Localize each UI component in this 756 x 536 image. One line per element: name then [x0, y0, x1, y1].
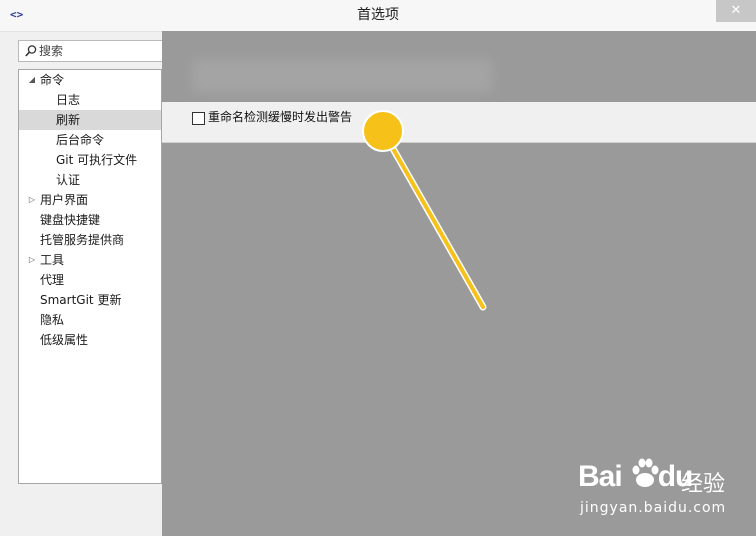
baidu-watermark: Bai du 经验 jingyan.baidu.com	[578, 458, 728, 522]
tree-item-label: 刷新	[56, 113, 81, 127]
collapsed-arrow-icon[interactable]: ▷	[27, 190, 37, 210]
tree-item-low-level-properties[interactable]: 低级属性	[19, 330, 161, 350]
tree-item-tools[interactable]: ▷ 工具	[19, 250, 161, 270]
expanded-arrow-icon[interactable]: ◢	[27, 70, 37, 90]
tree-item-label: 托管服务提供商	[40, 233, 125, 247]
tree-item-commands[interactable]: ◢ 命令	[19, 70, 161, 90]
collapsed-arrow-icon[interactable]: ▷	[27, 250, 37, 270]
rename-detection-warning-checkbox[interactable]	[192, 112, 205, 125]
tree-item-label: 用户界面	[40, 193, 89, 207]
tree-item-label: 代理	[40, 273, 65, 287]
tree-item-refresh[interactable]: 刷新	[19, 110, 161, 130]
tree-item-authentication[interactable]: 认证	[19, 170, 161, 190]
window-title: 首选项	[357, 7, 399, 23]
tree-item-hosting-providers[interactable]: 托管服务提供商	[19, 230, 161, 250]
search-icon	[25, 45, 37, 57]
tree-item-label: Git 可执行文件	[56, 153, 138, 167]
tree-item-privacy[interactable]: 隐私	[19, 310, 161, 330]
blurred-region	[192, 59, 492, 93]
preferences-tree: ◢ 命令 日志 刷新 后台命令 Git 可执行文件 认证 ▷ 用户界面 键盘快捷…	[18, 69, 162, 484]
tree-item-label: 键盘快捷键	[40, 213, 101, 227]
tree-item-label: 隐私	[40, 313, 65, 327]
tree-item-user-interface[interactable]: ▷ 用户界面	[19, 190, 161, 210]
tree-item-smartgit-updates[interactable]: SmartGit 更新	[19, 290, 161, 310]
title-bar: <> 首选项 ✕	[0, 0, 756, 32]
tree-item-label: 认证	[56, 173, 81, 187]
tree-item-label: 命令	[40, 73, 65, 87]
tree-item-keyboard-shortcuts[interactable]: 键盘快捷键	[19, 210, 161, 230]
tree-item-label: 后台命令	[56, 133, 105, 147]
tree-item-label: 工具	[40, 253, 65, 267]
tree-item-background-commands[interactable]: 后台命令	[19, 130, 161, 150]
close-button[interactable]: ✕	[716, 0, 756, 22]
tree-item-label: SmartGit 更新	[40, 293, 122, 307]
tree-item-label: 低级属性	[40, 333, 89, 347]
tree-item-git-executable[interactable]: Git 可执行文件	[19, 150, 161, 170]
watermark-cn: 经验	[681, 472, 726, 497]
watermark-url: jingyan.baidu.com	[580, 500, 727, 516]
search-box[interactable]	[18, 40, 178, 62]
tree-item-proxy[interactable]: 代理	[19, 270, 161, 290]
tree-item-label: 日志	[56, 93, 81, 107]
search-input[interactable]	[39, 43, 169, 59]
rename-detection-warning-label[interactable]: 重命名检测缓慢时发出警告	[208, 108, 352, 126]
tree-item-log[interactable]: 日志	[19, 90, 161, 110]
paw-logo-icon	[632, 458, 659, 487]
option-row: 重命名检测缓慢时发出警告	[162, 102, 756, 143]
